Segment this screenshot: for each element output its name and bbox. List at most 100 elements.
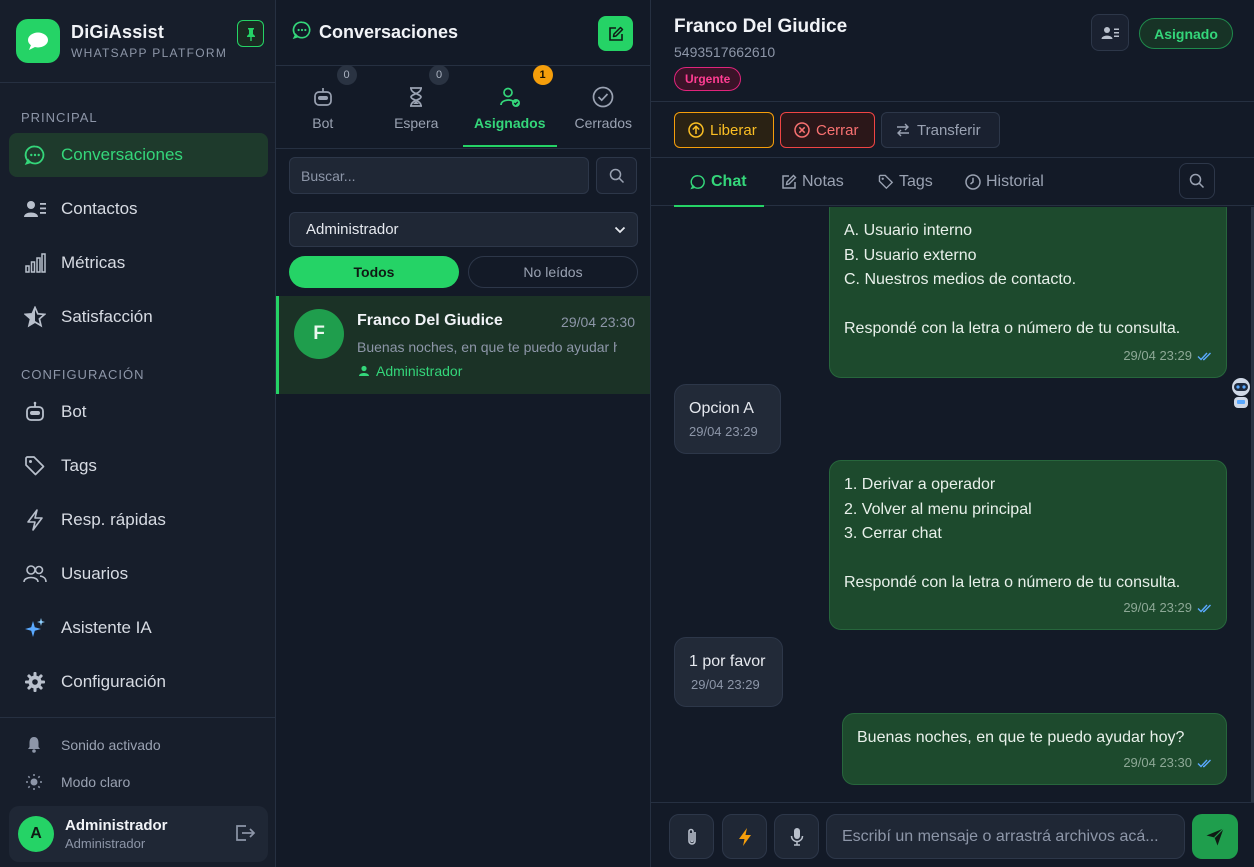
brand-header: DiGiAssist WHATSAPP PLATFORM [0,0,275,83]
message-time: 29/04 23:29 [1123,347,1192,363]
x-circle-icon [794,122,810,138]
tab-notas-label: Notas [802,173,844,190]
bolt-icon [738,827,751,846]
contact-name: Franco Del Giudice [674,16,848,37]
sidebar-item-asistente-ia[interactable]: Asistente IA [9,606,268,650]
chat-panel: Franco Del Giudice 5493517662610 Urgente… [651,0,1254,867]
message-line: Buenas noches, en que te puedo ayudar ho… [857,729,1185,746]
message-meta: 29/04 23:29 [1123,596,1213,621]
transfer-arrows-icon [895,122,911,138]
message-line: Respondé con la letra o número de tu con… [844,320,1181,337]
conversation-preview: Buenas noches, en que te puedo ayudar ho… [357,339,617,355]
message-meta: 29/04 23:29 [1123,344,1213,369]
sidebar-item-configuracion[interactable]: Configuración [9,660,268,704]
user-check-icon [499,86,521,108]
message-line: Respondé con la letra o número de tu con… [844,574,1181,591]
pin-icon [246,27,255,41]
sidebar-item-satisfaccion[interactable]: Satisfacción [9,295,268,339]
conversations-header: Conversaciones [276,0,650,66]
message-line: 1 por favor [689,653,766,670]
sidebar-item-contactos[interactable]: Contactos [9,187,268,231]
tab-notas[interactable]: Notas [781,158,844,206]
priority-tag: Urgente [674,67,742,91]
count-badge: 0 [336,65,357,85]
tab-chat[interactable]: Chat [674,158,764,207]
message-meta: 29/04 23:29 [691,673,760,698]
avatar: A [18,816,54,852]
sidebar-item-conversaciones[interactable]: Conversaciones [9,133,268,177]
conversation-agent: Administrador [358,363,462,379]
sidebar-item-label: Usuarios [61,564,129,583]
agent-filter-select[interactable]: Administrador [289,212,638,247]
quick-replies-button[interactable] [722,814,767,859]
tab-label: Bot [312,115,334,131]
sidebar-item-label: Asistente IA [61,618,152,637]
app-window: DiGiAssist WHATSAPP PLATFORM PRINCIPAL C… [0,0,1254,867]
message-line: 3. Cerrar chat [844,525,942,542]
floating-assistant-robot-icon[interactable] [1228,377,1254,411]
tab-espera[interactable]: 0 Espera [370,65,464,148]
message-outgoing: 1. Derivar a operador 2. Volver al menu … [829,460,1227,630]
sidebar-item-label: Configuración [61,672,166,691]
count-badge: 0 [429,65,449,85]
theme-toggle-label: Modo claro [61,774,131,790]
microphone-icon [790,827,803,846]
sound-toggle[interactable]: Sonido activado [22,736,161,753]
pin-sidebar-button[interactable] [237,20,264,47]
segment-all-button[interactable]: Todos [289,256,459,288]
user-card[interactable]: A Administrador Administrador [9,806,268,862]
contacts-icon [22,196,48,222]
transfer-label: Transferir [917,121,981,139]
conversation-contact-name: Franco Del Giudice [357,312,503,329]
transfer-button[interactable]: Transferir [881,112,1000,148]
attach-button[interactable] [669,814,714,859]
logout-icon[interactable] [234,823,256,848]
count-badge: 1 [532,65,553,85]
sidebar-item-usuarios[interactable]: Usuarios [9,552,268,596]
search-input[interactable] [289,157,589,194]
tab-bot[interactable]: 0 Bot [276,65,370,148]
send-button[interactable] [1192,814,1238,859]
search-icon [1189,173,1205,189]
conversation-list-item[interactable]: F Franco Del Giudice 29/04 23:30 Buenas … [276,296,650,394]
edit-icon [608,26,623,41]
search-button[interactable] [596,157,637,194]
message-time: 29/04 23:29 [689,423,758,439]
contact-profile-button[interactable] [1091,14,1129,51]
tag-icon [878,174,894,190]
contact-card-icon [1101,26,1119,39]
status-badge[interactable]: Asignado [1139,18,1233,49]
bar-chart-icon [22,250,48,276]
message-input[interactable] [826,814,1185,859]
section-label-principal: PRINCIPAL [21,110,98,125]
theme-toggle[interactable]: Modo claro [22,773,130,791]
brand-subtitle: WHATSAPP PLATFORM [71,46,228,60]
new-conversation-button[interactable] [598,16,633,51]
tab-cerrados[interactable]: Cerrados [557,66,651,148]
segment-unread-button[interactable]: No leídos [468,256,638,288]
chat-icon [292,20,312,45]
release-label: Liberar [710,121,757,139]
star-icon [22,304,48,330]
close-chat-button[interactable]: Cerrar [780,112,875,148]
message-time: 29/04 23:30 [1123,754,1192,770]
tab-historial[interactable]: Historial [965,158,1044,206]
release-button[interactable]: Liberar [674,112,774,148]
voice-record-button[interactable] [774,814,819,859]
sidebar-footer: Sonido activado Modo claro A Administrad… [0,717,275,867]
chat-icon [22,142,48,168]
status-filter-tabs: 0 Bot 0 Espera 1 Asignados Cerrados [276,65,651,149]
sun-icon [22,773,46,791]
conversations-panel: Conversaciones 0 Bot 0 Espera 1 Asignado… [276,0,651,867]
chat-search-button[interactable] [1179,163,1215,199]
message-line [844,547,1212,572]
message-line: B. Usuario externo [844,246,977,264]
paperclip-icon [687,828,696,845]
sidebar-item-tags[interactable]: Tags [9,444,268,488]
sidebar-item-resp-rapidas[interactable]: Resp. rápidas [9,498,268,542]
tab-asignados[interactable]: 1 Asignados [463,65,557,148]
message-line: 2. Volver al menu principal [844,500,1032,518]
sidebar-item-bot[interactable]: Bot [9,390,268,434]
sidebar-item-metricas[interactable]: Métricas [9,241,268,285]
tab-tags[interactable]: Tags [878,158,933,206]
